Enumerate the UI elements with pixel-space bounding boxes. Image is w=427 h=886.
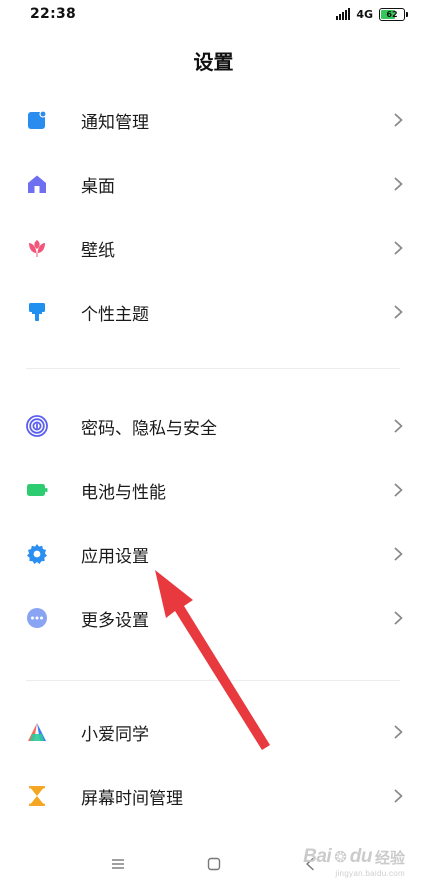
tulip-icon xyxy=(26,237,48,259)
battery-icon xyxy=(26,479,48,501)
settings-item-app-settings[interactable]: 应用设置 xyxy=(0,522,427,586)
hourglass-icon xyxy=(26,785,48,807)
chevron-right-icon xyxy=(391,480,405,500)
battery-level: 62 xyxy=(386,9,398,19)
settings-item-battery-performance[interactable]: 电池与性能 xyxy=(0,458,427,522)
watermark-brand: Bai xyxy=(303,846,332,867)
settings-item-label: 更多设置 xyxy=(81,610,149,631)
settings-screen: 22:38 4G 62 设置 通知管理 桌面 壁纸 个性主题 密码、隐私与安全 … xyxy=(0,0,427,886)
settings-item-label: 桌面 xyxy=(81,176,115,197)
fingerprint-icon xyxy=(26,415,48,437)
settings-section-system: 密码、隐私与安全 电池与性能 应用设置 更多设置 xyxy=(0,394,427,650)
chevron-right-icon xyxy=(391,722,405,742)
chevron-right-icon xyxy=(391,544,405,564)
notification-icon xyxy=(26,109,48,131)
settings-section-personalization: 通知管理 桌面 壁纸 个性主题 xyxy=(0,88,427,344)
settings-section-services: 小爱同学 屏幕时间管理 xyxy=(0,700,427,828)
settings-item-xiaoai[interactable]: 小爱同学 xyxy=(0,700,427,764)
chevron-right-icon xyxy=(391,302,405,322)
settings-item-wallpaper[interactable]: 壁纸 xyxy=(0,216,427,280)
signal-icon xyxy=(336,8,351,20)
page-title: 设置 xyxy=(193,50,234,74)
settings-item-themes[interactable]: 个性主题 xyxy=(0,280,427,344)
brush-icon xyxy=(26,301,48,323)
settings-item-label: 屏幕时间管理 xyxy=(81,788,183,809)
settings-item-label: 密码、隐私与安全 xyxy=(81,418,217,439)
settings-item-label: 应用设置 xyxy=(81,546,149,567)
gear-icon xyxy=(26,543,48,565)
status-bar: 22:38 4G 62 xyxy=(0,0,427,28)
section-divider xyxy=(26,680,400,681)
watermark-brand-suffix: du xyxy=(349,846,373,867)
section-divider xyxy=(26,368,400,369)
status-time: 22:38 xyxy=(30,6,77,22)
chevron-right-icon xyxy=(391,416,405,436)
watermark-cn: 经验 xyxy=(374,849,405,867)
settings-item-label: 个性主题 xyxy=(81,304,149,325)
chevron-right-icon xyxy=(391,174,405,194)
settings-item-label: 壁纸 xyxy=(81,240,115,261)
settings-item-label: 通知管理 xyxy=(81,112,149,133)
network-type: 4G xyxy=(356,7,373,21)
chevron-right-icon xyxy=(391,786,405,806)
settings-item-more-settings[interactable]: 更多设置 xyxy=(0,586,427,650)
paw-icon: ❂ xyxy=(334,849,347,866)
settings-item-label: 小爱同学 xyxy=(81,724,149,745)
home-button-icon[interactable] xyxy=(202,852,226,876)
settings-item-screen-time[interactable]: 屏幕时间管理 xyxy=(0,764,427,828)
menu-icon[interactable] xyxy=(106,852,130,876)
home-icon xyxy=(26,173,48,195)
battery-icon: 62 xyxy=(379,7,408,21)
settings-item-label: 电池与性能 xyxy=(81,482,166,503)
settings-item-privacy-security[interactable]: 密码、隐私与安全 xyxy=(0,394,427,458)
baidu-watermark: Bai ❂ du 经验 xyxy=(303,846,405,868)
status-indicators: 4G 62 xyxy=(336,7,408,21)
chevron-right-icon xyxy=(391,110,405,130)
watermark-url: jingyan.baidu.com xyxy=(335,869,405,878)
settings-item-notifications[interactable]: 通知管理 xyxy=(0,88,427,152)
settings-item-desktop[interactable]: 桌面 xyxy=(0,152,427,216)
more-icon xyxy=(26,607,48,629)
chevron-right-icon xyxy=(391,238,405,258)
chevron-right-icon xyxy=(391,608,405,628)
xiaoai-icon xyxy=(26,721,48,743)
